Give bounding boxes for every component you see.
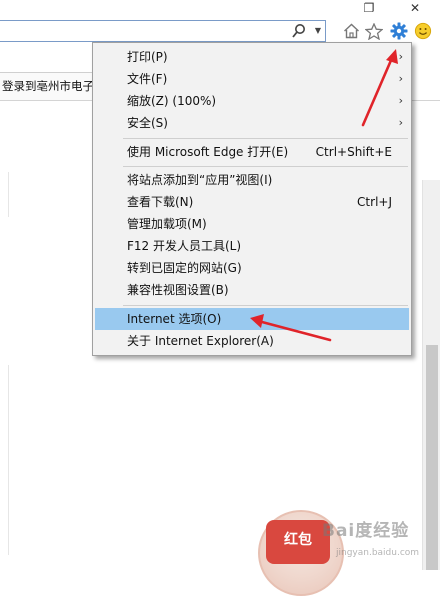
red-envelope-button[interactable]: 红包 xyxy=(266,520,330,564)
tools-menu: 打印(P) › 文件(F) › 缩放(Z) (100%) › 安全(S) › 使… xyxy=(92,42,412,356)
submenu-arrow-icon: › xyxy=(398,94,403,107)
watermark-text: Bai度经验 xyxy=(322,521,410,541)
menu-separator xyxy=(123,305,408,306)
menu-item-label: 查看下载(N) xyxy=(127,195,194,209)
menu-item-internet-options[interactable]: Internet 选项(O) xyxy=(95,308,409,330)
page-panel xyxy=(0,172,9,217)
home-icon xyxy=(343,23,359,39)
menu-item-file[interactable]: 文件(F) › xyxy=(93,68,411,90)
watermark: Bai度经验 jingyan.baidu.com xyxy=(322,520,440,560)
address-dropdown-icon[interactable]: ▼ xyxy=(315,26,321,35)
menu-item-label: 管理加载项(M) xyxy=(127,217,207,231)
menu-item-shortcut: Ctrl+Shift+E xyxy=(315,145,392,159)
restore-icon: ❐ xyxy=(363,1,375,15)
menu-item-label: F12 开发人员工具(L) xyxy=(127,239,242,253)
menu-item-label: 转到已固定的网站(G) xyxy=(127,261,242,275)
menu-item-add-to-apps[interactable]: 将站点添加到“应用”视图(I) xyxy=(93,169,411,191)
watermark-url: jingyan.baidu.com xyxy=(336,548,420,558)
menu-item-dev-tools[interactable]: F12 开发人员工具(L) xyxy=(93,235,411,257)
home-button[interactable] xyxy=(341,22,361,40)
feedback-button[interactable] xyxy=(413,22,433,40)
submenu-arrow-icon: › xyxy=(398,116,403,129)
tab-page[interactable]: 登录到亳州市电子提 xyxy=(0,72,95,100)
menu-separator xyxy=(123,138,408,139)
menu-item-label: 关于 Internet Explorer(A) xyxy=(127,334,274,348)
menu-item-print[interactable]: 打印(P) › xyxy=(93,46,411,68)
menu-item-label: 缩放(Z) (100%) xyxy=(127,94,217,108)
address-bar[interactable]: ▼ xyxy=(0,20,326,42)
menu-separator xyxy=(123,166,408,167)
red-envelope-label: 红包 xyxy=(284,532,312,548)
menu-item-pinned-sites[interactable]: 转到已固定的网站(G) xyxy=(93,257,411,279)
menu-item-shortcut: Ctrl+J xyxy=(357,195,392,209)
menu-item-manage-addons[interactable]: 管理加载项(M) xyxy=(93,213,411,235)
menu-item-label: 将站点添加到“应用”视图(I) xyxy=(127,173,273,187)
menu-item-label: 兼容性视图设置(B) xyxy=(127,283,229,297)
menu-item-label: 使用 Microsoft Edge 打开(E) xyxy=(127,145,289,159)
close-window-button[interactable]: ✕ xyxy=(404,0,426,16)
menu-item-safety[interactable]: 安全(S) › xyxy=(93,112,411,134)
menu-item-label: Internet 选项(O) xyxy=(127,312,222,326)
search-icon[interactable] xyxy=(291,23,307,39)
restore-window-button[interactable]: ❐ xyxy=(358,0,380,16)
menu-item-compat-view[interactable]: 兼容性视图设置(B) xyxy=(93,279,411,301)
menu-item-label: 打印(P) xyxy=(127,50,168,64)
menu-item-open-in-edge[interactable]: 使用 Microsoft Edge 打开(E) Ctrl+Shift+E xyxy=(93,141,411,163)
favorites-button[interactable] xyxy=(364,22,384,40)
smiley-icon xyxy=(414,22,432,40)
close-icon: ✕ xyxy=(409,1,421,15)
menu-item-label: 安全(S) xyxy=(127,116,168,130)
menu-item-view-downloads[interactable]: 查看下载(N) Ctrl+J xyxy=(93,191,411,213)
menu-item-label: 文件(F) xyxy=(127,72,168,86)
star-icon xyxy=(365,22,383,40)
menu-item-about-ie[interactable]: 关于 Internet Explorer(A) xyxy=(93,330,411,352)
submenu-arrow-icon: › xyxy=(398,50,403,63)
menu-item-zoom[interactable]: 缩放(Z) (100%) › xyxy=(93,90,411,112)
tools-button[interactable] xyxy=(389,22,409,40)
tab-title: 登录到亳州市电子提 xyxy=(2,79,94,93)
page-panel xyxy=(0,365,9,555)
submenu-arrow-icon: › xyxy=(398,72,403,85)
gear-icon xyxy=(390,22,408,40)
